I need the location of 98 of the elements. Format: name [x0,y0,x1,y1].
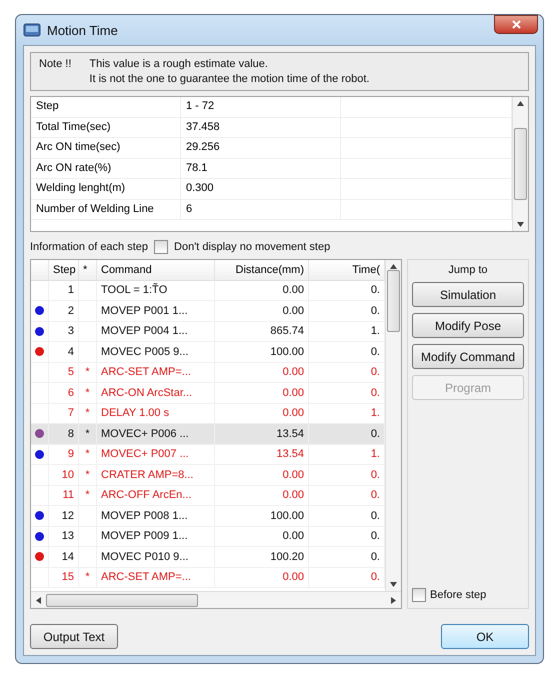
table-cell: 12 [49,506,79,526]
table-cell: TOOL = 1:T̃O [97,280,215,301]
scrollbar[interactable] [385,260,401,591]
window-icon [23,23,41,37]
table-cell: 0.00 [215,465,309,486]
table-cell: 13.54 [215,424,309,444]
table-cell: 6 [49,383,79,404]
table-cell: 2 [49,301,79,322]
column-header[interactable]: Time( [309,260,385,280]
checkbox-label: Before step [430,589,486,601]
table-cell: 13 [49,526,79,547]
table-cell: MOVEP P008 1... [97,506,215,526]
scroll-up-icon[interactable] [517,100,524,107]
table-cell: * [79,383,97,404]
table-cell: MOVEC+ P007 ... [97,444,215,465]
jump-button[interactable]: Modify Pose [412,313,524,338]
table-cell: 5 [49,362,79,383]
table-cell: 15 [49,568,79,588]
table-cell: * [79,465,97,486]
table-cell: MOVEC P010 9... [97,547,215,568]
checkbox[interactable] [412,588,426,602]
table-cell [79,280,97,301]
output-text-button[interactable]: Output Text [30,624,118,649]
table-cell: MOVEC P005 9... [97,342,215,362]
table-cell: 0.00 [215,568,309,588]
table-cell: 0. [309,424,385,444]
table-cell: 0.00 [215,280,309,301]
table-cell: 0.00 [215,362,309,383]
scrollbar[interactable] [512,97,528,231]
table-cell: ARC-ON ArcStar... [97,383,215,404]
table-cell: * [79,486,97,506]
table-cell: 0.00 [215,526,309,547]
table-cell: * [79,424,97,444]
jump-button[interactable]: Simulation [412,282,524,307]
table-cell: 37.458 [181,118,341,138]
scroll-down-icon[interactable] [390,581,397,588]
table-cell: 100.00 [215,342,309,362]
table-cell: 14 [49,547,79,568]
table-cell: 0.00 [215,301,309,322]
table-cell: MOVEP P001 1... [97,301,215,322]
table-cell: Arc ON time(sec) [31,138,181,158]
section-label: Information of each step [30,241,148,253]
table-cell: Number of Welding Line [31,200,181,220]
table-cell: 6 [181,200,341,220]
ok-button[interactable]: OK [441,624,529,649]
table-cell: 11 [49,486,79,506]
table-cell: 10 [49,465,79,486]
table-cell: 865.74 [215,322,309,342]
table-cell: MOVEP P004 1... [97,322,215,342]
table-cell [31,383,49,404]
table-cell: MOVEP P009 1... [97,526,215,547]
note-text: This value is a rough estimate value. [89,58,269,70]
note-label: Note !! [39,58,72,72]
table-cell: 0.00 [215,486,309,506]
table-cell: * [79,362,97,383]
table-cell: 78.1 [181,158,341,179]
scroll-left-icon[interactable] [35,596,42,604]
table-cell: 1 [49,280,79,301]
scrollbar-thumb[interactable] [514,128,527,200]
table-cell: MOVEC+ P006 ... [97,424,215,444]
scroll-down-icon[interactable] [517,221,524,228]
table-cell: 8 [49,424,79,444]
checkbox[interactable] [154,240,168,254]
table-cell: ARC-SET AMP=... [97,568,215,588]
jump-button[interactable]: Modify Command [412,344,524,369]
window-title: Motion Time [47,22,118,38]
table-cell: 0.00 [215,383,309,404]
table-cell: CRATER AMP=8... [97,465,215,486]
close-button[interactable] [494,15,538,34]
table-cell: Arc ON rate(%) [31,158,181,179]
table-cell: 3 [49,322,79,342]
table-cell: Total Time(sec) [31,118,181,138]
table-cell: 29.256 [181,138,341,158]
table-cell: * [79,444,97,465]
note-text: It is not the one to guarantee the motion time of the robot. [89,73,370,85]
column-header[interactable]: Command [97,260,215,280]
table-cell: 9 [49,444,79,465]
close-icon [512,20,520,29]
scrollbar[interactable] [31,591,401,608]
scrollbar-thumb[interactable] [46,594,198,606]
table-cell: Welding lenght(m) [31,179,181,200]
panel-title: Jump to [448,264,488,276]
column-header[interactable]: Distance(mm) [215,260,309,280]
column-header[interactable]: Step [49,260,79,280]
table-cell: 100.20 [215,547,309,568]
scrollbar-thumb[interactable] [387,270,400,332]
table-cell: ARC-OFF ArcEn... [97,486,215,506]
checkbox-label: Don't display no movement step [174,241,330,253]
table-cell: ARC-SET AMP=... [97,362,215,383]
table-cell: 1 - 72 [181,97,341,118]
scroll-right-icon[interactable] [390,596,397,604]
table-cell: Step [31,97,181,118]
column-header[interactable]: * [79,260,97,280]
table-cell: 13.54 [215,444,309,465]
table-cell: 0.300 [181,179,341,200]
table-cell: * [79,568,97,588]
table-cell: 100.00 [215,506,309,526]
table-cell: 4 [49,342,79,362]
